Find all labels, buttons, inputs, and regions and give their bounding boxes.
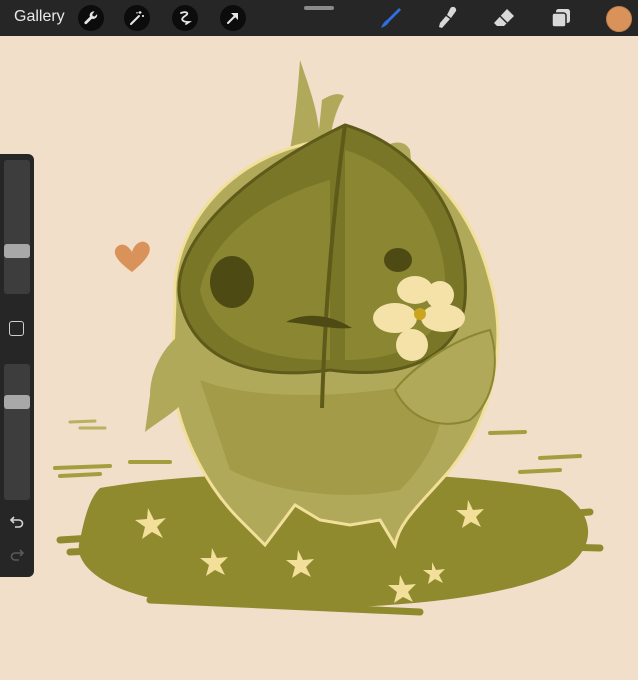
selection-icon bbox=[180, 11, 192, 25]
adjustments-button[interactable] bbox=[124, 5, 150, 31]
toolbar-drag-handle[interactable] bbox=[304, 6, 334, 10]
brush-tool-button[interactable] bbox=[376, 4, 404, 32]
actions-button[interactable] bbox=[78, 5, 104, 31]
korok-character-illustration bbox=[145, 60, 500, 550]
smudge-tool-button[interactable] bbox=[433, 4, 461, 32]
layers-button[interactable] bbox=[547, 4, 575, 32]
wrench-icon bbox=[84, 11, 98, 25]
layers-icon bbox=[551, 9, 570, 28]
transform-arrow-icon bbox=[227, 13, 238, 24]
eraser-tool-button[interactable] bbox=[490, 4, 518, 32]
transform-button[interactable] bbox=[220, 5, 246, 31]
selection-button[interactable] bbox=[172, 5, 198, 31]
eraser-icon bbox=[494, 9, 514, 26]
top-toolbar: Gallery bbox=[0, 0, 638, 36]
heart-illustration bbox=[114, 241, 150, 272]
color-picker-button[interactable] bbox=[606, 6, 632, 32]
brush-icon bbox=[381, 8, 401, 28]
magic-wand-icon bbox=[130, 11, 144, 25]
smudge-icon bbox=[439, 6, 457, 28]
gallery-button[interactable]: Gallery bbox=[14, 8, 65, 26]
drawing-canvas[interactable] bbox=[0, 36, 638, 680]
